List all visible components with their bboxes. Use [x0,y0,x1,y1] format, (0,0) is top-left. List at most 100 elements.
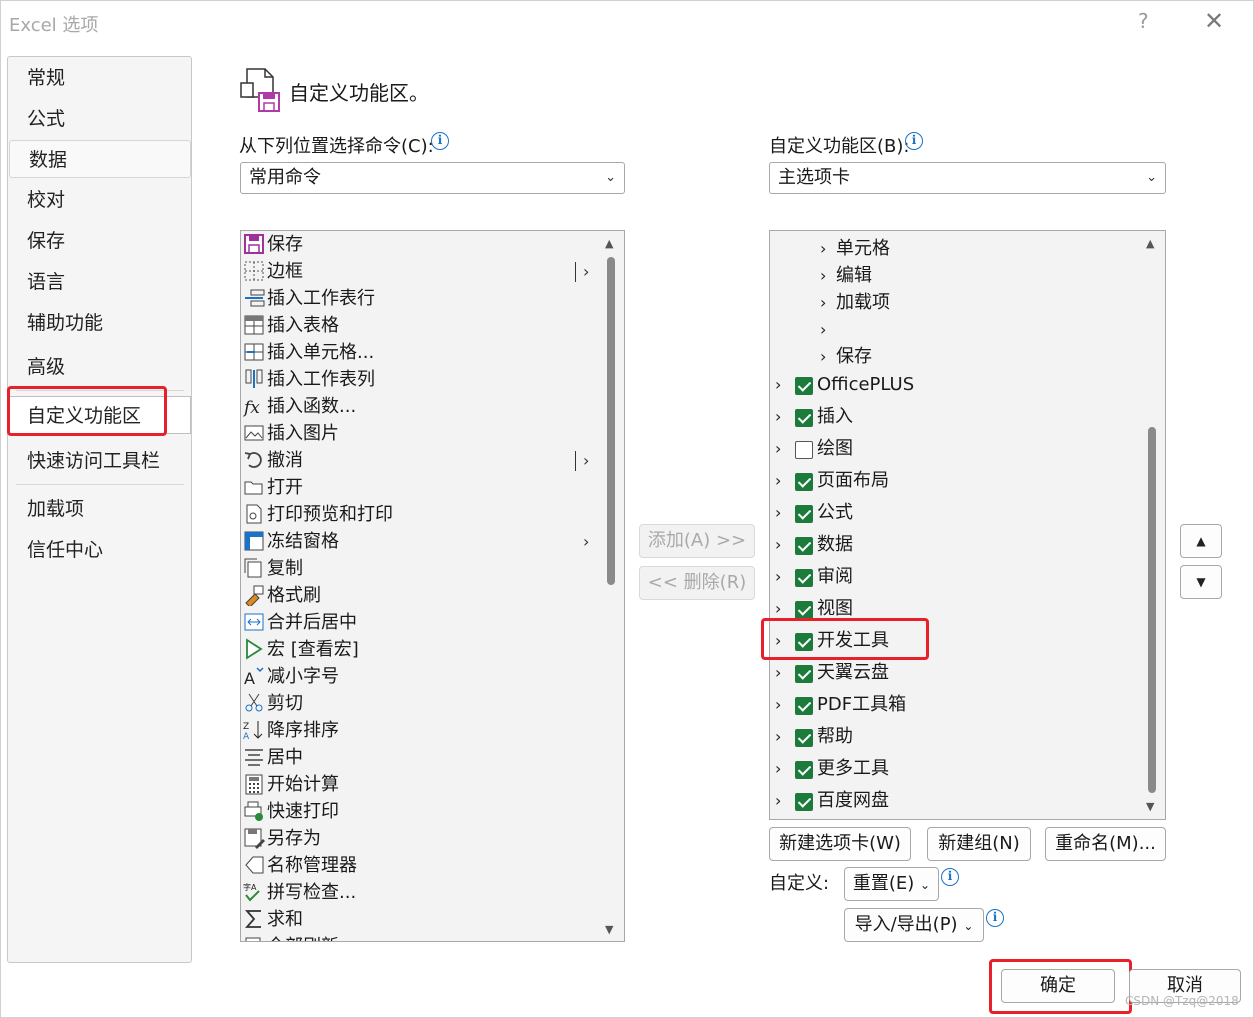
ribbon-tree-scrollbar[interactable]: ▲ ▼ [1144,231,1160,819]
nav-item-general[interactable]: 常规 [8,59,191,97]
command-item[interactable]: fx 插入函数... [242,393,598,420]
chevron-right-icon[interactable]: › [820,316,826,343]
tab-checkbox[interactable] [795,665,813,683]
tab-checkbox[interactable] [795,505,813,523]
command-item[interactable]: 快速打印 [243,798,598,825]
command-item[interactable]: 打印预览和打印 [243,501,598,528]
chevron-right-icon[interactable]: › [775,531,781,558]
command-source-dropdown[interactable]: 常用命令 ⌄ [240,162,625,194]
chevron-right-icon[interactable]: › [775,371,781,398]
command-item[interactable]: 另存为 [243,825,598,852]
chevron-right-icon[interactable]: › [820,289,826,316]
tab-checkbox[interactable] [795,377,813,395]
command-item[interactable]: 全部刷新 [243,933,598,941]
chevron-right-icon[interactable]: › [775,595,781,622]
info-icon[interactable]: i [431,132,449,150]
nav-item-accessibility[interactable]: 辅助功能 [8,304,191,342]
info-icon[interactable]: i [905,132,923,150]
chevron-right-icon[interactable]: › [775,435,781,462]
command-item[interactable]: 边框 › [243,258,598,285]
chevron-right-icon[interactable]: › [775,659,781,686]
command-item[interactable]: 插入工作表列 [243,366,598,393]
command-item[interactable]: 居中 [243,744,598,771]
tab-checkbox[interactable] [795,601,813,619]
tab-checkbox[interactable] [795,697,813,715]
new-group-button[interactable]: 新建组(N) [927,827,1031,861]
close-button[interactable]: ✕ [1204,7,1224,35]
command-item[interactable]: 宏 [查看宏] [243,636,598,663]
command-item[interactable]: 合并后居中 [243,609,598,636]
help-button[interactable]: ? [1138,9,1149,33]
command-item[interactable]: 格式刷 [243,582,598,609]
nav-item-proofing[interactable]: 校对 [8,181,191,219]
remove-button[interactable]: << 删除(R) [639,566,755,600]
chevron-right-icon[interactable]: › [775,563,781,590]
nav-item-language[interactable]: 语言 [8,263,191,301]
tab-checkbox[interactable] [795,761,813,779]
commands-scrollbar[interactable]: ▲ ▼ [603,231,619,941]
tab-checkbox[interactable] [795,409,813,427]
import-export-dropdown-button[interactable]: 导入/导出(P) ⌄ [844,908,984,942]
nav-item-customize-ribbon[interactable]: 自定义功能区 [8,396,191,434]
tab-checkbox[interactable] [795,633,813,651]
nav-item-save[interactable]: 保存 [8,222,191,260]
command-item[interactable]: 字A 拼写检查... [243,879,598,906]
nav-item-trust-center[interactable]: 信任中心 [8,531,191,569]
command-item[interactable]: 插入单元格... [243,339,598,366]
tab-checkbox[interactable] [795,729,813,747]
command-item[interactable]: 名称管理器 [243,852,598,879]
chevron-right-icon[interactable]: › [820,262,826,289]
command-item[interactable]: Z A 降序排序 [243,717,598,744]
tab-checkbox[interactable] [795,569,813,587]
scroll-down-icon[interactable]: ▼ [605,923,613,936]
scroll-up-icon[interactable]: ▲ [1146,237,1154,250]
info-icon[interactable]: i [941,868,959,886]
ribbon-tabs-dropdown[interactable]: 主选项卡 ⌄ [769,162,1166,194]
chevron-right-icon[interactable]: › [583,258,589,285]
chevron-right-icon[interactable]: › [583,528,589,555]
add-button[interactable]: 添加(A) >> [639,524,755,558]
command-item[interactable]: 开始计算 [243,771,598,798]
command-item[interactable]: 求和 [243,906,598,933]
new-tab-button[interactable]: 新建选项卡(W) [769,827,911,861]
nav-item-advanced[interactable]: 高级 [8,348,191,386]
chevron-right-icon[interactable]: › [775,755,781,782]
nav-item-formulas[interactable]: 公式 [8,100,191,138]
tab-checkbox[interactable] [795,537,813,555]
move-down-button[interactable]: ▼ [1180,565,1222,599]
command-item[interactable]: 插入表格 [243,312,598,339]
scroll-thumb[interactable] [1148,427,1156,793]
scroll-up-icon[interactable]: ▲ [605,237,613,250]
info-icon[interactable]: i [986,909,1004,927]
scroll-thumb[interactable] [607,257,615,585]
chevron-right-icon[interactable]: › [775,467,781,494]
scroll-down-icon[interactable]: ▼ [1146,800,1154,813]
command-item[interactable]: 保存 [243,231,598,258]
nav-item-add-ins[interactable]: 加载项 [8,490,191,528]
available-commands-list[interactable]: 保存 边框 › 插入工作表行 插入表格 插入单元格... 插入工作表列 fx 插入函数... 插入… [240,230,625,942]
ok-button[interactable]: 确定 [1001,969,1115,1003]
command-item[interactable]: 插入图片 [243,420,598,447]
reset-dropdown-button[interactable]: 重置(E) ⌄ [844,867,939,901]
chevron-right-icon[interactable]: › [775,787,781,814]
nav-item-data[interactable]: 数据 [9,140,191,178]
chevron-right-icon[interactable]: › [583,447,589,474]
command-item[interactable]: 插入工作表行 [243,285,598,312]
chevron-right-icon[interactable]: › [775,723,781,750]
command-item[interactable]: 冻结窗格 › [243,528,598,555]
tab-checkbox[interactable] [795,793,813,811]
chevron-right-icon[interactable]: › [820,343,826,370]
tab-checkbox[interactable] [795,441,813,459]
command-item[interactable]: 剪切 [243,690,598,717]
chevron-right-icon[interactable]: › [775,627,781,654]
chevron-right-icon[interactable]: › [775,691,781,718]
command-item[interactable]: 复制 [243,555,598,582]
command-item[interactable]: A 减小字号 [243,663,598,690]
nav-item-quick-access-toolbar[interactable]: 快速访问工具栏 [8,442,191,480]
chevron-right-icon[interactable]: › [820,235,826,262]
ribbon-tabs-tree[interactable]: › 单元格 › 编辑 › 加载项 › › 保存 › OfficePLUS › 插入 › 绘图 › 页面布局 › 公式… [769,230,1166,820]
rename-button[interactable]: 重命名(M)... [1045,827,1166,861]
command-item[interactable]: 撤消 › [243,447,598,474]
tab-checkbox[interactable] [795,473,813,491]
command-item[interactable]: 打开 [243,474,598,501]
